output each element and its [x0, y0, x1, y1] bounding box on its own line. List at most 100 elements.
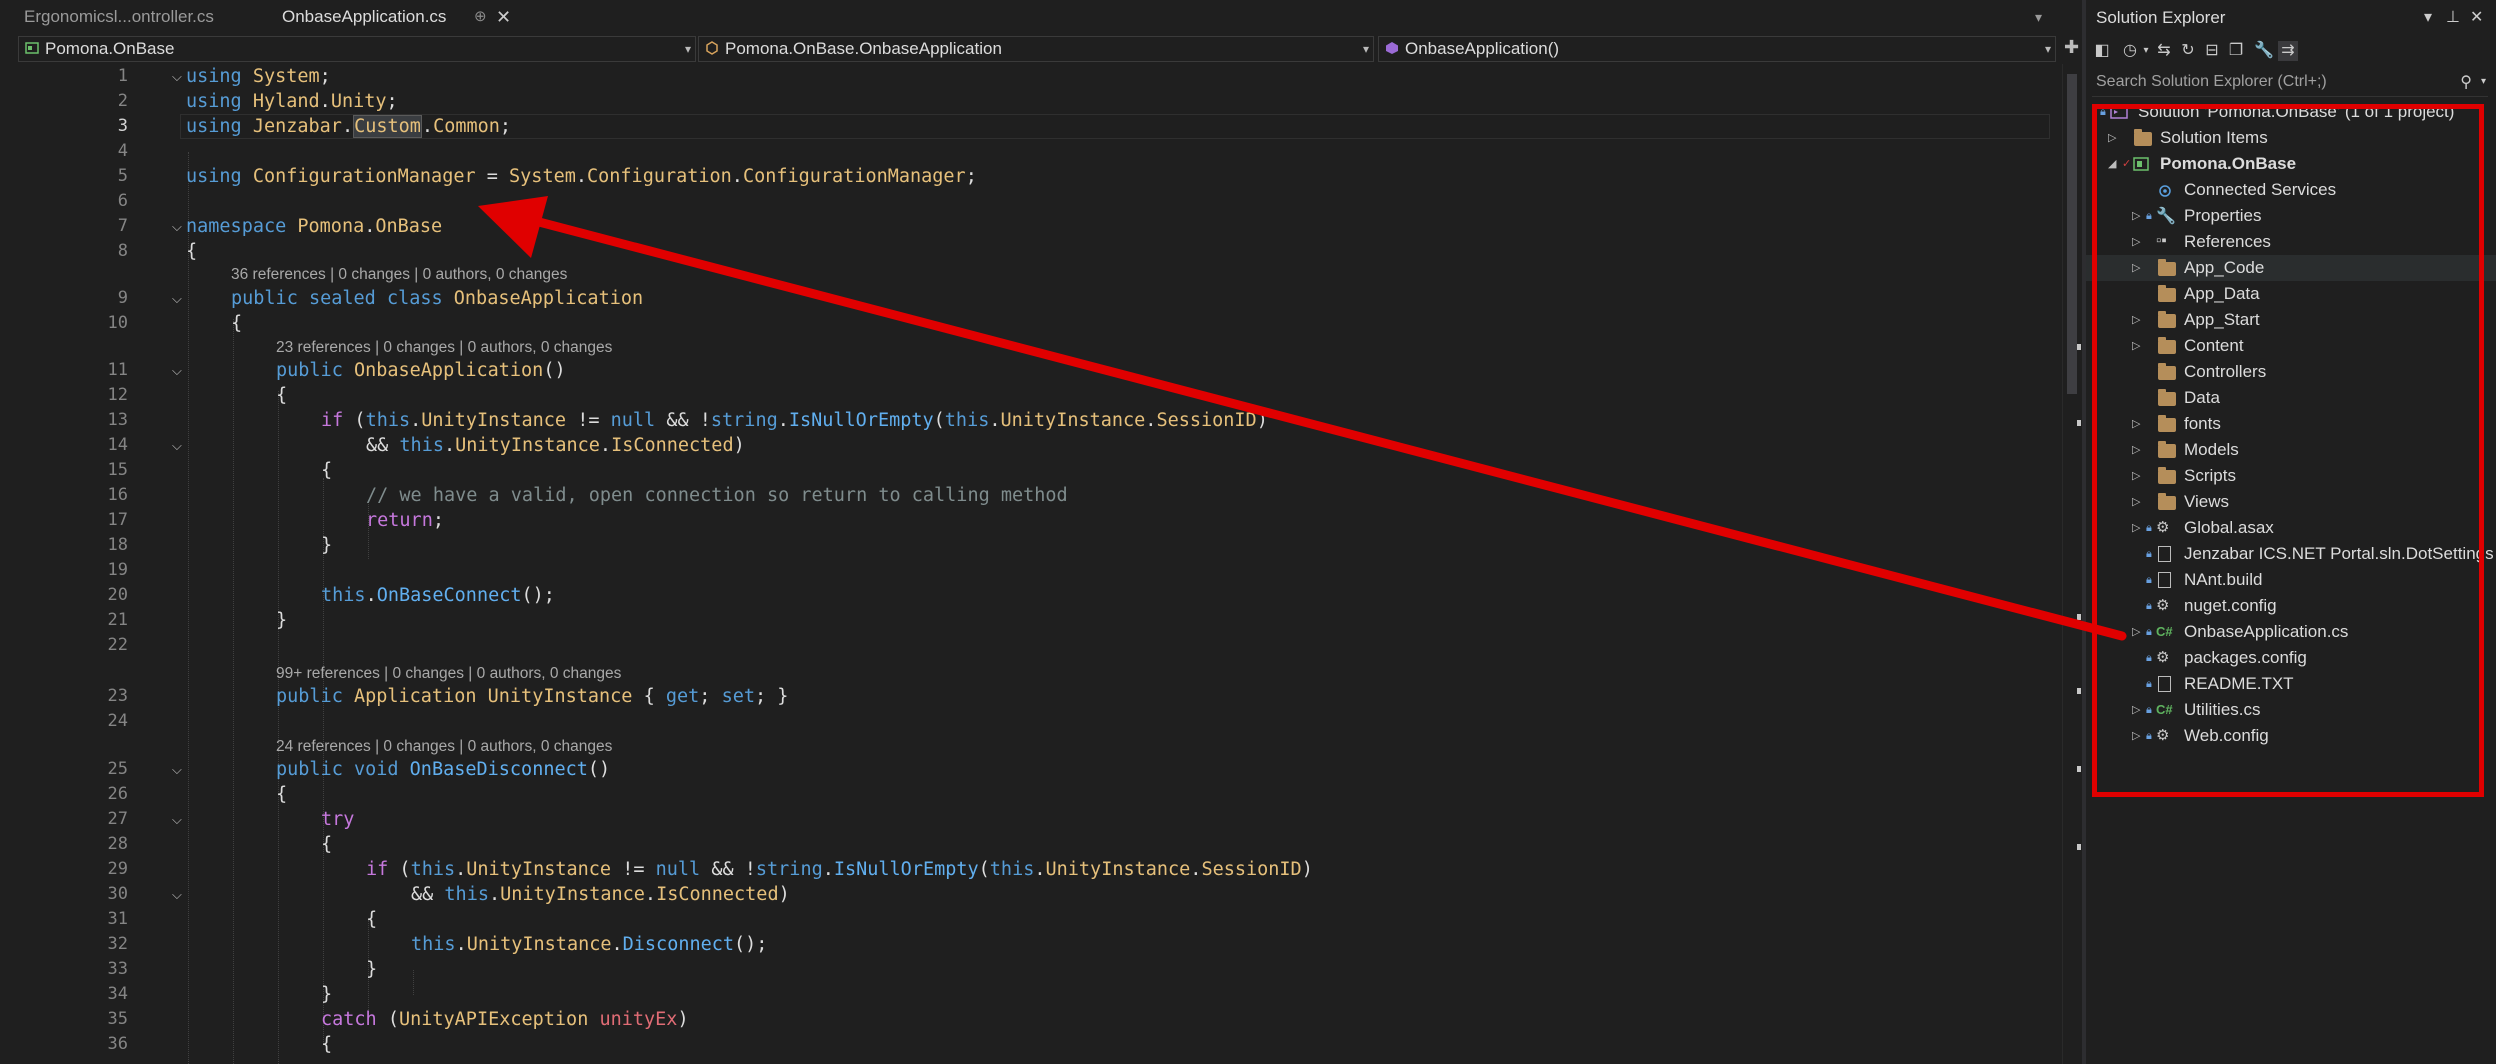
- code-line[interactable]: 30 ⌵ && this.UnityInstance.IsConnected): [0, 882, 2062, 907]
- fold-expanded-icon[interactable]: ⌵: [172, 433, 182, 458]
- fold-expanded-icon[interactable]: ⌵: [172, 214, 182, 239]
- tree-item-onbase-application-cs[interactable]: ▷ 🔒︎ C# OnbaseApplication.cs: [2086, 619, 2496, 645]
- pin-icon[interactable]: ⊥: [2446, 0, 2460, 36]
- window-position-icon[interactable]: ▾: [2424, 0, 2432, 36]
- tree-item-controllers[interactable]: Controllers: [2086, 359, 2496, 385]
- back-icon[interactable]: ◧: [2092, 41, 2112, 61]
- fold-expanded-icon[interactable]: ⌵: [172, 286, 182, 311]
- split-editor-icon[interactable]: ✚: [2064, 36, 2079, 58]
- code-line[interactable]: 14 ⌵ && this.UnityInstance.IsConnected): [0, 433, 2062, 458]
- code-line[interactable]: 2 using Hyland.Unity;: [0, 89, 2062, 114]
- tree-item-views[interactable]: ▷ Views: [2086, 489, 2496, 515]
- code-line[interactable]: 27 ⌵ try: [0, 807, 2062, 832]
- expand-icon[interactable]: ▷: [2132, 489, 2140, 515]
- close-tab-icon[interactable]: ✕: [496, 0, 511, 34]
- fold-expanded-icon[interactable]: ⌵: [172, 64, 182, 89]
- code-line[interactable]: 29 if (this.UnityInstance != null && !st…: [0, 857, 2062, 882]
- code-line[interactable]: 15 {: [0, 458, 2062, 483]
- code-line[interactable]: 32 this.UnityInstance.Disconnect();: [0, 932, 2062, 957]
- expand-icon[interactable]: ▷: [2132, 437, 2140, 463]
- codelens[interactable]: 36 references | 0 changes | 0 authors, 0…: [231, 265, 567, 285]
- tree-item-fonts[interactable]: ▷ fonts: [2086, 411, 2496, 437]
- code-line[interactable]: 35 catch (UnityAPIException unityEx): [0, 1007, 2062, 1032]
- code-line[interactable]: 24: [0, 709, 2062, 734]
- code-line[interactable]: 8 {: [0, 239, 2062, 264]
- expand-icon[interactable]: ▷: [2132, 307, 2140, 333]
- editor-vertical-scrollbar[interactable]: [2062, 64, 2081, 1064]
- tree-item-nuget-config[interactable]: 🔒︎ ⚙ nuget.config: [2086, 593, 2496, 619]
- preview-icon[interactable]: ⇉: [2278, 41, 2298, 61]
- expand-icon[interactable]: ▷: [2132, 203, 2140, 229]
- fold-expanded-icon[interactable]: ⌵: [172, 757, 182, 782]
- expand-icon[interactable]: ▷: [2132, 619, 2140, 645]
- code-line[interactable]: 33 }: [0, 957, 2062, 982]
- tree-item-scripts[interactable]: ▷ Scripts: [2086, 463, 2496, 489]
- tree-item-packages-config[interactable]: 🔒︎ ⚙ packages.config: [2086, 645, 2496, 671]
- code-line[interactable]: 3 using Jenzabar.Custom.Common;: [0, 114, 2062, 139]
- fold-expanded-icon[interactable]: ⌵: [172, 807, 182, 832]
- tab-overflow-icon[interactable]: ▾: [2035, 0, 2042, 34]
- code-line[interactable]: 19: [0, 558, 2062, 583]
- expand-icon[interactable]: ▷: [2132, 697, 2140, 723]
- expand-icon[interactable]: ▷: [2132, 411, 2140, 437]
- refresh-icon[interactable]: ↻: [2178, 41, 2198, 61]
- tree-item-project[interactable]: ◢ ✓ Pomona.OnBase: [2086, 151, 2496, 177]
- scrollbar-thumb[interactable]: [2067, 74, 2077, 394]
- sync-icon[interactable]: ⇆: [2154, 41, 2174, 61]
- code-line[interactable]: 11 ⌵ public OnbaseApplication(): [0, 358, 2062, 383]
- tree-item-solution-items[interactable]: ▷ Solution Items: [2086, 125, 2496, 151]
- type-dropdown[interactable]: Pomona.OnBase.OnbaseApplication ▾: [698, 36, 1374, 62]
- tab-ergonomics-controller[interactable]: Ergonomicsl...ontroller.cs: [24, 0, 214, 34]
- member-dropdown[interactable]: OnbaseApplication() ▾: [1378, 36, 2056, 62]
- tree-item-models[interactable]: ▷ Models: [2086, 437, 2496, 463]
- code-line[interactable]: 10 {: [0, 311, 2062, 336]
- code-line[interactable]: 21 }: [0, 608, 2062, 633]
- expand-icon[interactable]: ▷: [2132, 255, 2140, 281]
- collapse-all-icon[interactable]: ⊟: [2202, 41, 2222, 61]
- code-line[interactable]: 28 {: [0, 832, 2062, 857]
- tree-item-connected-services[interactable]: Connected Services: [2086, 177, 2496, 203]
- fold-expanded-icon[interactable]: ⌵: [172, 882, 182, 907]
- expand-icon[interactable]: ▷: [2132, 229, 2140, 255]
- code-editor[interactable]: 1 ⌵ using System; 2 using Hyland.Unity; …: [0, 64, 2062, 1064]
- code-line[interactable]: 23 public Application UnityInstance { ge…: [0, 684, 2062, 709]
- tab-onbase-application[interactable]: OnbaseApplication.cs: [282, 0, 446, 34]
- codelens[interactable]: 23 references | 0 changes | 0 authors, 0…: [276, 338, 612, 358]
- code-line[interactable]: 26 {: [0, 782, 2062, 807]
- tree-item-utilities-cs[interactable]: ▷ 🔒︎ C# Utilities.cs: [2086, 697, 2496, 723]
- show-all-files-icon[interactable]: ❐: [2226, 41, 2246, 61]
- code-line[interactable]: 18 }: [0, 533, 2062, 558]
- tree-item-dotsettings[interactable]: 🔒︎ Jenzabar ICS.NET Portal.sln.DotSettin…: [2086, 541, 2496, 567]
- codelens[interactable]: 24 references | 0 changes | 0 authors, 0…: [276, 737, 612, 757]
- collapse-icon[interactable]: ◢: [2108, 151, 2116, 177]
- pin-tab-icon[interactable]: ⊕: [474, 0, 487, 34]
- chevron-down-icon[interactable]: ▾: [2136, 41, 2156, 61]
- code-line[interactable]: 31 {: [0, 907, 2062, 932]
- expand-icon[interactable]: ▷: [2108, 125, 2116, 151]
- code-line[interactable]: 20 this.OnBaseConnect();: [0, 583, 2062, 608]
- fold-expanded-icon[interactable]: ⌵: [172, 358, 182, 383]
- expand-icon[interactable]: ▷: [2132, 333, 2140, 359]
- tree-item-app-start[interactable]: ▷ App_Start: [2086, 307, 2496, 333]
- codelens[interactable]: 99+ references | 0 changes | 0 authors, …: [276, 664, 621, 684]
- tree-item-solution[interactable]: 🔒︎ Solution 'Pomona.OnBase' (1 of 1 proj…: [2086, 99, 2496, 125]
- code-line[interactable]: 4: [0, 139, 2062, 164]
- code-line[interactable]: 6: [0, 189, 2062, 214]
- search-input[interactable]: Search Solution Explorer (Ctrl+;): [2096, 68, 2327, 96]
- code-line[interactable]: 1 ⌵ using System;: [0, 64, 2062, 89]
- search-icon[interactable]: ⚲: [2460, 72, 2472, 92]
- close-icon[interactable]: ✕: [2470, 0, 2483, 36]
- expand-icon[interactable]: ▷: [2132, 515, 2140, 541]
- tree-item-nant-build[interactable]: 🔒︎ NAnt.build: [2086, 567, 2496, 593]
- expand-icon[interactable]: ▷: [2132, 463, 2140, 489]
- tree-item-app-code[interactable]: ▷ App_Code: [2086, 255, 2496, 281]
- tree-item-app-data[interactable]: App_Data: [2086, 281, 2496, 307]
- code-line[interactable]: 16 // we have a valid, open connection s…: [0, 483, 2062, 508]
- tree-item-web-config[interactable]: ▷ 🔒︎ ⚙ Web.config: [2086, 723, 2496, 749]
- tree-item-global-asax[interactable]: ▷ 🔒︎ ⚙ Global.asax: [2086, 515, 2496, 541]
- code-line[interactable]: 25 ⌵ public void OnBaseDisconnect(): [0, 757, 2062, 782]
- solution-explorer-search[interactable]: Search Solution Explorer (Ctrl+;) ⚲ ▾: [2092, 68, 2488, 97]
- code-line[interactable]: 9 ⌵ public sealed class OnbaseApplicatio…: [0, 286, 2062, 311]
- tree-item-readme[interactable]: 🔒︎ README.TXT: [2086, 671, 2496, 697]
- project-dropdown[interactable]: Pomona.OnBase ▾: [18, 36, 696, 62]
